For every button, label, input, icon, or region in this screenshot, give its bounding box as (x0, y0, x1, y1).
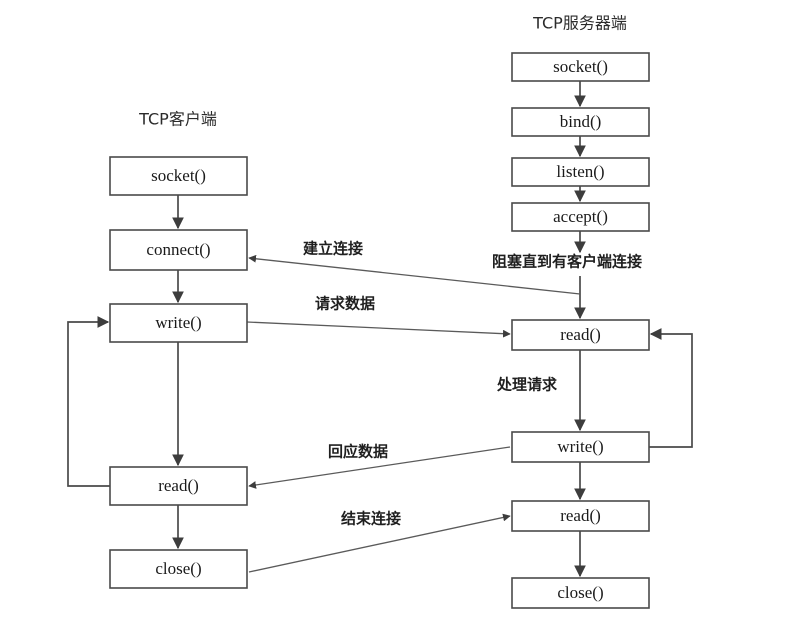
node-server-read-2[interactable]: read() (511, 500, 650, 532)
node-server-listen[interactable]: listen() (511, 157, 650, 187)
edge-label-close-connection: 结束连接 (341, 510, 401, 528)
edge-label-request-data: 请求数据 (315, 295, 375, 313)
edge-label-blocking-until-client: 阻塞直到有客户端连接 (492, 253, 642, 271)
server-column-title: TCP服务器端 (532, 14, 627, 33)
tcp-flow-diagram: TCP客户端 TCP服务器端 socket() connect() write(… (0, 0, 785, 628)
node-client-close[interactable]: close() (109, 549, 248, 589)
node-label: read() (560, 325, 601, 344)
node-label: write() (155, 313, 201, 332)
node-label: accept() (553, 207, 608, 226)
flow-canvas: TCP客户端 TCP服务器端 socket() connect() write(… (67, 14, 693, 609)
node-label: read() (158, 476, 199, 495)
edge-label-establish-connection: 建立连接 (303, 240, 363, 258)
node-label: socket() (553, 57, 608, 76)
node-client-socket[interactable]: socket() (109, 156, 248, 196)
node-server-close[interactable]: close() (511, 577, 650, 609)
edge-client-read-loop-to-write (67, 316, 110, 487)
node-server-socket[interactable]: socket() (511, 52, 650, 82)
node-server-bind[interactable]: bind() (511, 107, 650, 137)
node-label: close() (557, 583, 603, 602)
node-server-write[interactable]: write() (511, 431, 650, 463)
edge-label-response-data: 回应数据 (328, 443, 388, 461)
node-label: write() (557, 437, 603, 456)
node-label: bind() (560, 112, 602, 131)
node-server-accept[interactable]: accept() (511, 202, 650, 232)
node-client-connect[interactable]: connect() (109, 229, 248, 271)
node-server-read-1[interactable]: read() (511, 319, 650, 351)
node-client-read[interactable]: read() (109, 466, 248, 506)
node-label: socket() (151, 166, 206, 185)
node-label: listen() (556, 162, 604, 181)
node-label: read() (560, 506, 601, 525)
edge-label-process-request: 处理请求 (496, 376, 558, 394)
client-column-title: TCP客户端 (138, 110, 217, 129)
node-client-write[interactable]: write() (109, 303, 248, 343)
node-label: connect() (146, 240, 210, 259)
node-label: close() (155, 559, 201, 578)
edge-server-write-loop-to-read (649, 328, 693, 448)
edge-request-data (246, 321, 511, 338)
